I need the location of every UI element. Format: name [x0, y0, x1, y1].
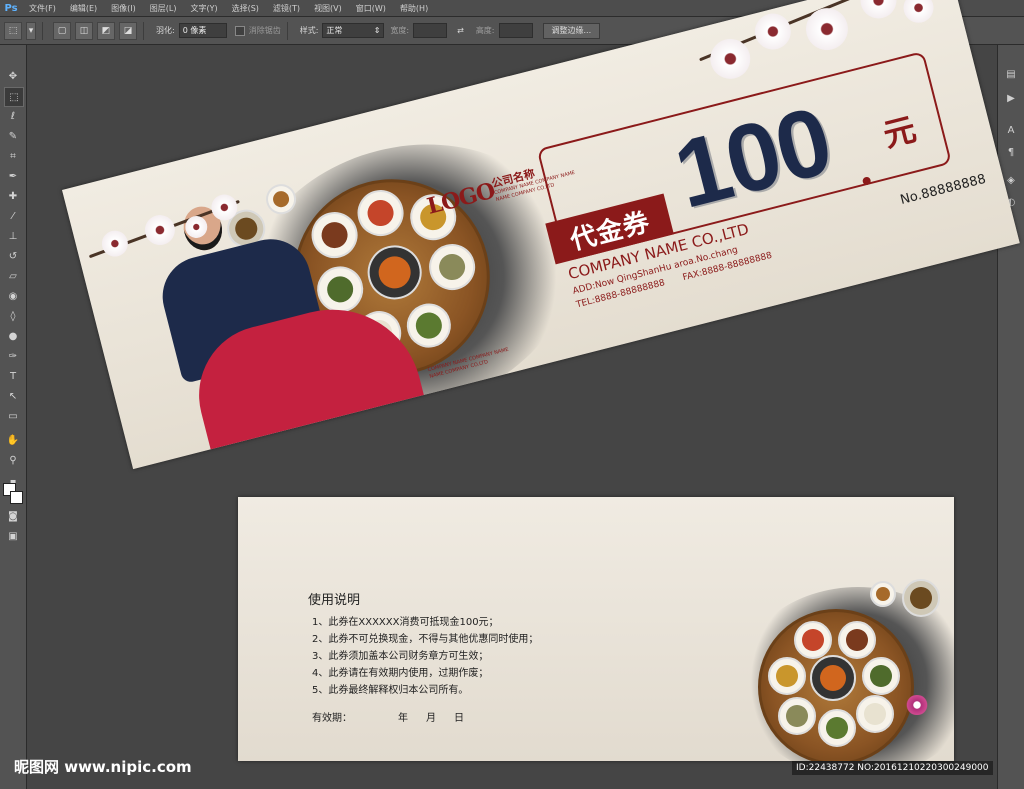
voucher-back: 使用说明 1、此券在XXXXXX消费可抵现金100元； 2、此券不可兑换现金，不…	[238, 497, 954, 761]
stamp-tool-icon[interactable]: ⊥	[4, 227, 22, 245]
usage-rule: 5、此券最终解释权归本公司所有。	[312, 685, 469, 696]
usage-rule: 4、此券请在有效期内使用，过期作废；	[312, 668, 489, 679]
usage-rule: 2、此券不可兑换现金，不得与其他优惠同时使用；	[312, 634, 539, 645]
site-watermark: 昵图网 www.nipic.com	[14, 758, 192, 776]
type-tool-icon[interactable]: T	[4, 367, 22, 385]
paint-bucket-icon[interactable]: ◉	[4, 287, 22, 305]
plum-blossom	[99, 227, 131, 260]
image-id-watermark: ID:22438772 NO:20161210220300249000	[792, 761, 993, 775]
pen-tool-icon[interactable]: ✑	[4, 347, 22, 365]
width-label: 宽度:	[390, 26, 410, 35]
quick-mask-icon[interactable]: ◙	[4, 507, 22, 525]
menu-filter[interactable]: 滤镜(T)	[266, 3, 307, 14]
paragraph-panel-icon[interactable]: ¶	[1002, 143, 1020, 161]
menu-file[interactable]: 文件(F)	[22, 3, 63, 14]
serial-number: No.88888888	[898, 171, 988, 208]
subtract-selection-icon[interactable]: ◩	[97, 21, 115, 40]
plum-blossom	[856, 0, 901, 23]
divider	[42, 21, 43, 40]
validity-year: 年	[398, 713, 408, 724]
style-select-value: 正常	[326, 26, 343, 35]
shape-tool-icon[interactable]: ▭	[4, 407, 22, 425]
usage-rule: 1、此券在XXXXXX消费可抵现金100元；	[312, 617, 499, 628]
refine-edge-button[interactable]: 调整边缘...	[542, 22, 601, 39]
path-select-icon[interactable]: ↖	[4, 387, 22, 405]
zoom-tool-icon[interactable]: ⚲	[4, 451, 22, 469]
blur-tool-icon[interactable]: ◊	[4, 307, 22, 325]
food-bowl	[794, 621, 832, 659]
history-panel-icon[interactable]: ▤	[1002, 65, 1020, 83]
screen-mode-icon[interactable]: ▣	[4, 527, 22, 545]
menu-help[interactable]: 帮助(H)	[393, 3, 435, 14]
photoshop-logo: Ps	[4, 2, 18, 14]
antialias-checkbox[interactable]	[234, 25, 245, 36]
healing-brush-icon[interactable]: ✚	[4, 187, 22, 205]
chevron-updown-icon: ⇕	[373, 26, 381, 35]
marquee-tool-icon[interactable]: ⬚	[4, 87, 24, 107]
food-bowl	[838, 621, 876, 659]
menu-image[interactable]: 图像(I)	[104, 3, 143, 14]
hand-tool-icon[interactable]: ✋	[4, 431, 22, 449]
food-bowl	[856, 695, 894, 733]
usage-heading: 使用说明	[308, 593, 361, 608]
validity-label: 有效期：	[312, 713, 352, 724]
dodge-tool-icon[interactable]: ●	[4, 327, 22, 345]
feather-label: 羽化:	[156, 26, 175, 35]
plum-blossom	[900, 0, 937, 27]
plum-blossom	[801, 3, 853, 55]
food-bowl	[862, 657, 900, 695]
food-bowl	[810, 655, 856, 701]
width-input[interactable]	[413, 23, 448, 38]
chevron-down-icon[interactable]: ▾	[26, 21, 36, 40]
style-select[interactable]: 正常 ⇕	[322, 23, 385, 38]
eraser-icon[interactable]: ▱	[4, 267, 22, 285]
soup-bowl	[902, 579, 940, 617]
crop-tool-icon[interactable]: ⌗	[4, 147, 22, 165]
panel-dock: ▤ ▶ A ¶ ◈ ◐	[997, 45, 1024, 789]
usage-rule: 3、此券须加盖本公司财务章方可生效；	[312, 651, 489, 662]
validity-month: 月	[426, 713, 436, 724]
food-bowl	[818, 709, 856, 747]
tool-panel: ✥ ⬚ ℓ ✎ ⌗ ✒ ✚ ⁄ ⊥ ↺ ▱ ◉ ◊ ● ✑ T ↖ ▭ ✋ ⚲ …	[0, 45, 27, 789]
height-input[interactable]	[498, 23, 533, 38]
validity-day: 日	[454, 713, 464, 724]
background-color-swatch[interactable]	[10, 491, 23, 504]
tea-cup	[870, 581, 896, 607]
new-selection-icon[interactable]: ▢	[53, 21, 71, 40]
food-bowl	[778, 697, 816, 735]
brush-tool-icon[interactable]: ⁄	[4, 207, 22, 225]
intersect-selection-icon[interactable]: ◪	[119, 21, 137, 40]
quick-select-icon[interactable]: ✎	[4, 127, 22, 145]
menu-window[interactable]: 窗口(W)	[349, 3, 393, 14]
menu-type[interactable]: 文字(Y)	[183, 3, 224, 14]
menu-layer[interactable]: 图层(L)	[143, 3, 184, 14]
style-label: 样式:	[299, 26, 319, 35]
move-tool-icon[interactable]: ✥	[4, 67, 22, 85]
feather-input[interactable]: 0 像素	[178, 23, 227, 38]
actions-panel-icon[interactable]: ▶	[1002, 89, 1020, 107]
antialias-label: 消除锯齿	[248, 26, 281, 35]
orchid-flower	[904, 695, 930, 715]
menu-edit[interactable]: 编辑(E)	[63, 3, 104, 14]
swap-icon[interactable]: ⇄	[457, 26, 464, 35]
food-bowl	[768, 657, 806, 695]
divider	[143, 21, 144, 40]
menu-view[interactable]: 视图(V)	[307, 3, 349, 14]
height-label: 高度:	[475, 26, 495, 35]
plum-blossom	[750, 9, 795, 54]
character-panel-icon[interactable]: A	[1002, 121, 1020, 139]
divider	[286, 21, 288, 40]
marquee-tool-preset-icon[interactable]: ⬚	[4, 21, 22, 40]
add-selection-icon[interactable]: ◫	[75, 21, 93, 40]
menu-select[interactable]: 选择(S)	[225, 3, 266, 14]
lasso-tool-icon[interactable]: ℓ	[4, 107, 22, 125]
eyedropper-icon[interactable]: ✒	[4, 167, 22, 185]
history-brush-icon[interactable]: ↺	[4, 247, 22, 265]
